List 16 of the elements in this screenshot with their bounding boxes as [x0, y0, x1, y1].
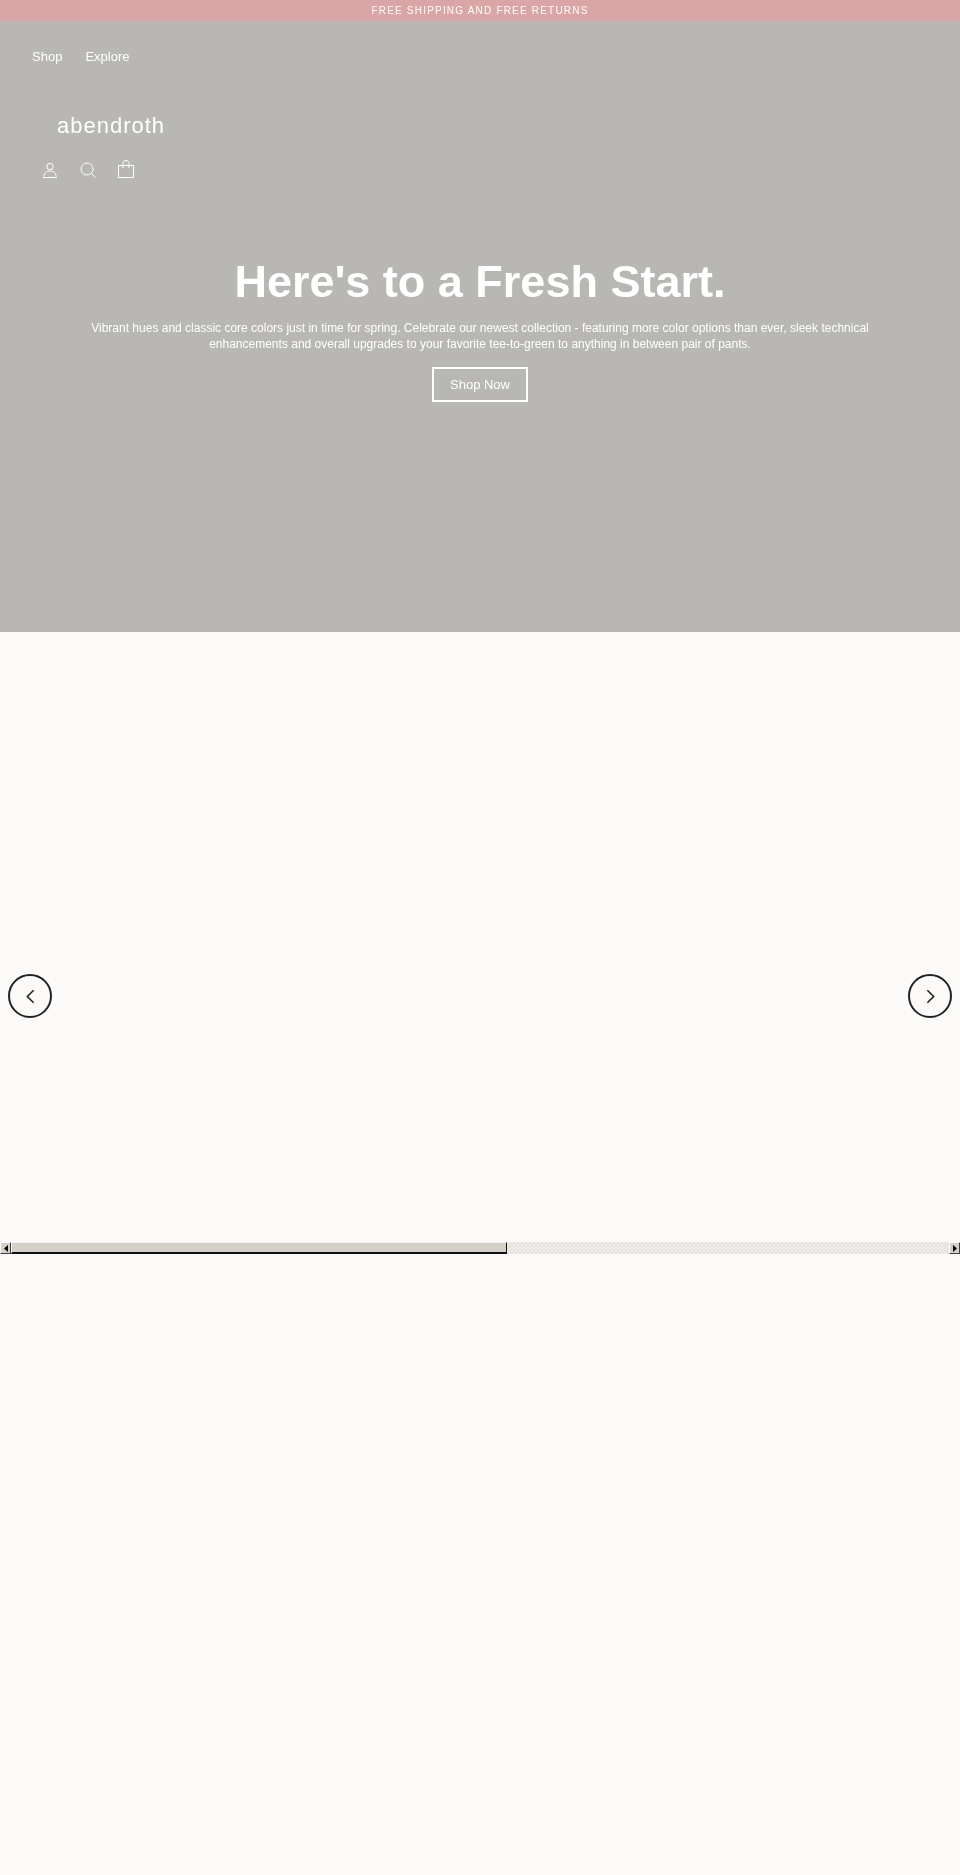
nav-link[interactable]: Shop	[32, 49, 63, 65]
previous-slide-button[interactable]	[8, 974, 52, 1018]
next-slide-button[interactable]	[908, 974, 952, 1018]
chevron-right-icon	[925, 988, 935, 1004]
hero-heading: Here's to a Fresh Start.	[234, 256, 726, 308]
hero-description: Vibrant hues and classic core colors just in time for spring. Celebrate our newest collection - featuring more color options than ever, sleek technical enhancements and overall upgrades to your favorite tee-to-green to anything in between pair of pants.	[90, 320, 870, 352]
right-triangle-icon	[952, 1244, 957, 1252]
shop-now-button[interactable]: Shop Now	[432, 367, 528, 402]
scrollbar-thumb[interactable]	[11, 1242, 507, 1254]
chevron-left-icon	[25, 988, 35, 1004]
nav-link[interactable]: Explore	[85, 49, 130, 65]
scroll-right-button[interactable]	[949, 1242, 960, 1254]
left-triangle-icon	[3, 1244, 8, 1252]
announcement-text: FREE SHIPPING AND FREE RETURNS	[371, 4, 589, 17]
logo[interactable]: abendroth	[57, 113, 166, 139]
scroll-left-button[interactable]	[0, 1242, 11, 1254]
